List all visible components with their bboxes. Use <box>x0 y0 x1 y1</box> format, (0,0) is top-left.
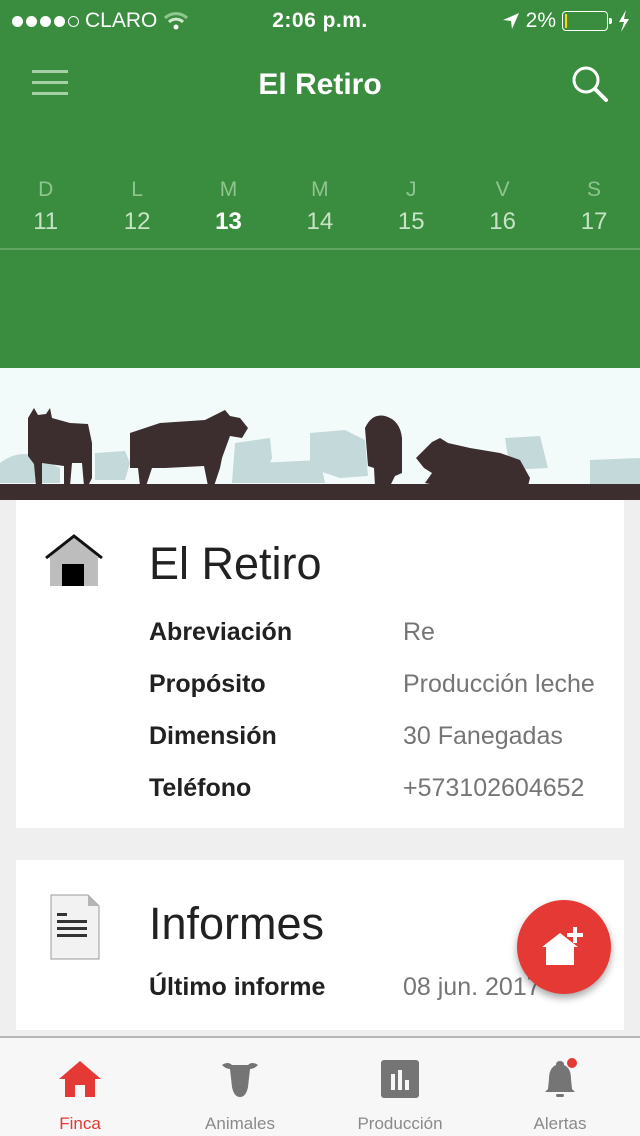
battery-icon <box>562 11 612 31</box>
tab-label: Producción <box>357 1114 443 1133</box>
calendar-day[interactable]: V 16 <box>457 178 548 248</box>
day-of-week-label: M <box>219 178 238 201</box>
calendar-day[interactable]: J 15 <box>366 178 457 248</box>
calendar-divider <box>0 248 640 250</box>
tab-label: Alertas <box>533 1114 587 1133</box>
bottom-tab-bar: Finca Animales Producción Alertas <box>0 1036 640 1136</box>
info-value: 08 jun. 2017 <box>403 973 541 1001</box>
tab-label: Animales <box>205 1114 275 1133</box>
day-number: 12 <box>123 208 151 235</box>
status-bar: CLARO 2:06 p.m. 2% <box>0 0 640 42</box>
bell-icon <box>535 1054 585 1104</box>
add-house-icon <box>542 927 583 965</box>
day-of-week-label: D <box>38 178 54 201</box>
info-value: Producción leche <box>403 670 595 698</box>
day-of-week-label: J <box>406 178 417 201</box>
day-number: 11 <box>33 208 59 235</box>
info-label: Último informe <box>149 973 326 1001</box>
home-icon <box>55 1054 105 1104</box>
calendar-day[interactable]: D 11 <box>0 178 91 248</box>
info-row: Abreviación Re <box>149 618 619 658</box>
info-label: Dimensión <box>149 722 277 750</box>
info-row: Teléfono +573102604652 <box>149 774 619 814</box>
info-label: Propósito <box>149 670 266 698</box>
battery-level <box>565 14 567 28</box>
day-of-week-label: M <box>311 178 329 201</box>
calendar-day[interactable]: M 14 <box>274 178 365 248</box>
tab-produccin[interactable]: Producción <box>320 1038 480 1136</box>
farm-name: El Retiro <box>149 538 322 589</box>
cattle-silhouette-illustration <box>0 408 640 500</box>
document-icon <box>50 894 100 960</box>
search-icon <box>572 66 608 102</box>
day-number: 16 <box>489 208 516 235</box>
add-farm-fab-button[interactable] <box>517 900 611 994</box>
info-label: Teléfono <box>149 774 252 802</box>
reports-title: Informes <box>149 898 325 949</box>
cow-icon <box>215 1054 265 1104</box>
tab-animales[interactable]: Animales <box>160 1038 320 1136</box>
battery-percent: 2% <box>525 9 556 32</box>
info-row: Dimensión 30 Fanegadas <box>149 722 619 762</box>
cattle-banner-image <box>0 368 640 500</box>
day-of-week-label: L <box>131 178 143 201</box>
calendar-day[interactable]: L 12 <box>91 178 182 248</box>
day-number: 13 <box>215 208 242 235</box>
location-arrow-icon <box>502 13 519 29</box>
info-value: Re <box>403 618 435 646</box>
calendar-day[interactable]: S 17 <box>548 178 639 248</box>
day-number: 17 <box>580 208 608 235</box>
info-value: +573102604652 <box>403 774 585 802</box>
info-label: Abreviación <box>149 618 293 646</box>
week-calendar: D 11 L 12 M 13 M 14 J 15 V 16 S 17 <box>0 178 640 248</box>
search-button[interactable] <box>570 64 610 104</box>
calendar-day[interactable]: M 13 <box>183 178 274 248</box>
app-bar: El Retiro <box>0 42 640 128</box>
day-of-week-label: V <box>495 178 510 201</box>
farm-info-card: El Retiro Abreviación Re Propósito Produc… <box>16 500 624 828</box>
day-number: 14 <box>306 208 334 235</box>
bar-chart-icon <box>375 1054 425 1104</box>
charging-bolt-icon <box>619 10 629 32</box>
tab-finca[interactable]: Finca <box>0 1038 160 1136</box>
day-number: 15 <box>397 208 425 235</box>
house-icon <box>45 534 103 586</box>
tab-alertas[interactable]: Alertas <box>480 1038 640 1136</box>
tab-label: Finca <box>59 1114 101 1133</box>
page-title: El Retiro <box>258 68 382 101</box>
day-of-week-label: S <box>587 178 602 201</box>
info-value: 30 Fanegadas <box>403 722 563 750</box>
info-row: Propósito Producción leche <box>149 670 619 710</box>
